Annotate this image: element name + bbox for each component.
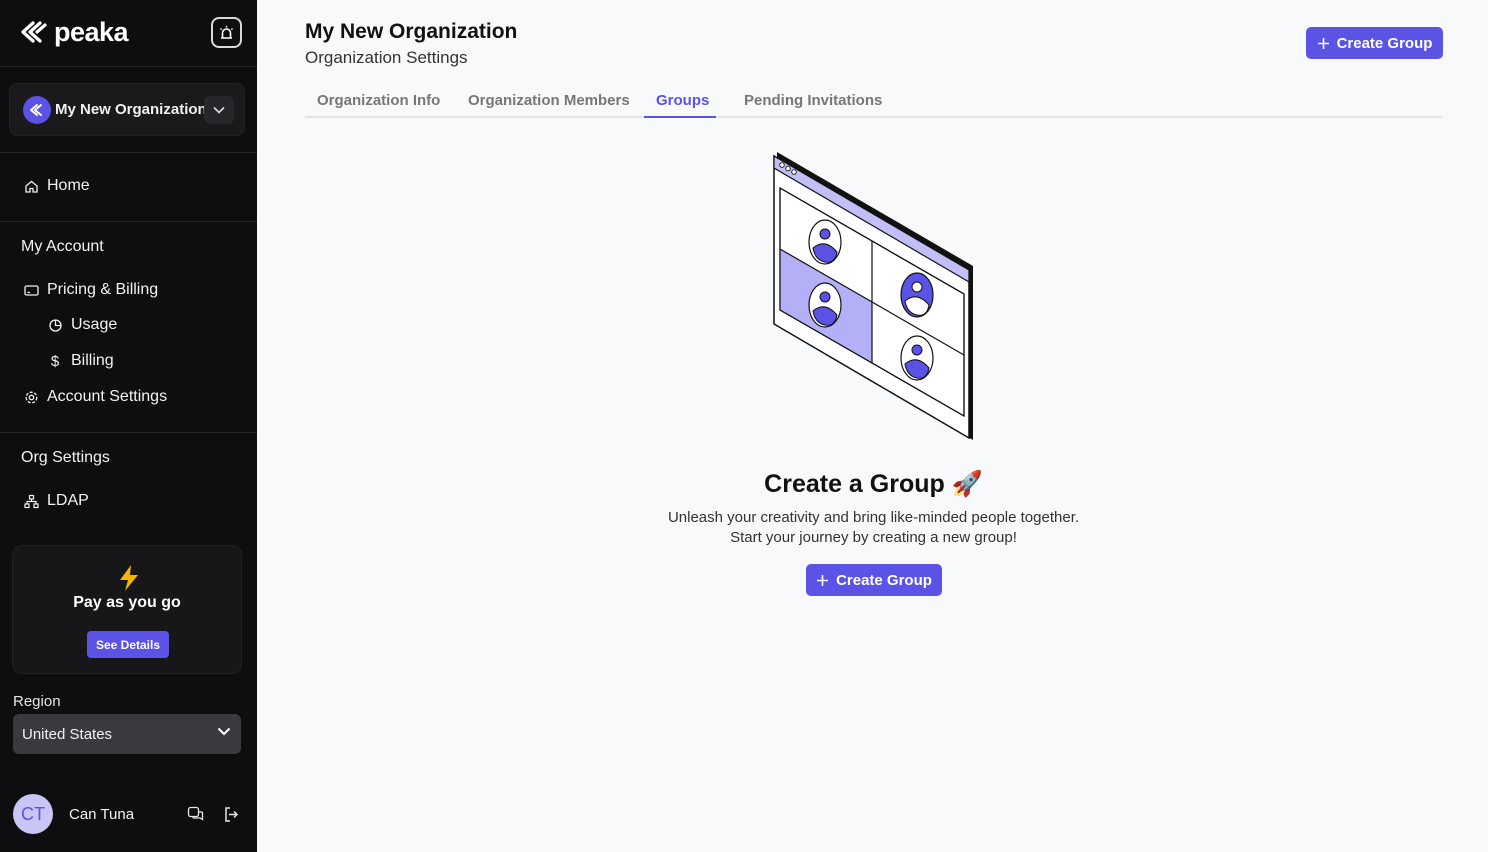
plan-card: Pay as you go See Details (12, 545, 242, 674)
sidebar-item-label: LDAP (47, 492, 89, 509)
empty-state-description: Start your journey by creating a new gro… (730, 529, 1017, 546)
org-switcher[interactable]: My New Organization (9, 83, 245, 136)
sidebar-item-usage[interactable]: Usage (47, 316, 117, 334)
lightning-icon (120, 565, 138, 591)
user-name: Can Tuna (69, 806, 135, 823)
sidebar-item-billing[interactable]: $ Billing (47, 352, 114, 370)
notifications-button[interactable] (211, 17, 242, 48)
pie-chart-icon (47, 317, 63, 333)
org-settings-heading: Org Settings (21, 449, 110, 466)
region-label: Region (13, 693, 61, 710)
region-select[interactable]: United States (13, 714, 241, 754)
avatar[interactable]: CT (13, 794, 53, 834)
tab-organization-members[interactable]: Organization Members (468, 82, 630, 118)
network-icon (23, 493, 39, 509)
peaka-logo-icon (21, 21, 47, 43)
sidebar-item-label: Account Settings (47, 388, 168, 405)
sidebar-item-ldap[interactable]: LDAP (23, 492, 89, 510)
my-account-heading: My Account (21, 238, 104, 255)
tab-organization-info[interactable]: Organization Info (317, 82, 440, 118)
org-logo-icon (23, 95, 51, 124)
plus-icon (817, 574, 829, 586)
org-switcher-name: My New Organization (55, 101, 207, 118)
page-title: My New Organization (305, 20, 518, 43)
active-tab-indicator (644, 116, 716, 118)
tab-groups[interactable]: Groups (656, 82, 709, 118)
sidebar-item-label: Billing (71, 352, 114, 369)
divider (0, 66, 257, 67)
sidebar-item-home[interactable]: Home (23, 177, 90, 195)
gear-icon (23, 389, 39, 405)
divider (0, 432, 257, 433)
brand-logo[interactable]: peaka (20, 16, 129, 47)
logout-icon[interactable] (222, 805, 240, 823)
create-group-label: Create Group (1336, 34, 1433, 52)
tab-bar: Organization Info Organization Members G… (305, 82, 1443, 118)
sidebar: peaka My New Organization Home My Accoun… (0, 0, 257, 852)
empty-state-title: Create a Group 🚀 (764, 470, 983, 498)
sidebar-item-label: Usage (71, 316, 118, 333)
plan-title: Pay as you go (73, 594, 181, 611)
region-value: United States (22, 725, 113, 743)
sidebar-item-account-settings[interactable]: Account Settings (23, 388, 167, 406)
chevron-down-icon (217, 727, 231, 736)
chevron-down-icon[interactable] (204, 96, 234, 124)
create-group-button[interactable]: Create Group (1306, 27, 1443, 59)
main-content: My New Organization Organization Setting… (257, 0, 1488, 852)
alarm-bell-icon (220, 26, 233, 39)
plus-icon (1317, 37, 1329, 49)
sidebar-item-label: Pricing & Billing (47, 281, 159, 298)
home-icon (23, 178, 39, 194)
empty-state-description: Unleash your creativity and bring like-m… (667, 509, 1080, 526)
sidebar-item-pricing-billing[interactable]: Pricing & Billing (23, 281, 158, 299)
create-group-button[interactable]: Create Group (806, 564, 942, 596)
page-subtitle: Organization Settings (305, 48, 468, 67)
sidebar-item-label: Home (47, 177, 90, 194)
divider (0, 221, 257, 222)
chat-icon[interactable] (186, 805, 204, 823)
dollar-icon: $ (50, 352, 60, 370)
tab-pending-invitations[interactable]: Pending Invitations (744, 82, 882, 118)
divider (0, 152, 257, 153)
create-group-label: Create Group (836, 571, 932, 589)
credit-card-icon (23, 282, 39, 298)
see-details-button[interactable]: See Details (87, 631, 169, 658)
group-video-illustration (773, 152, 973, 440)
brand-name: peaka (54, 16, 129, 47)
